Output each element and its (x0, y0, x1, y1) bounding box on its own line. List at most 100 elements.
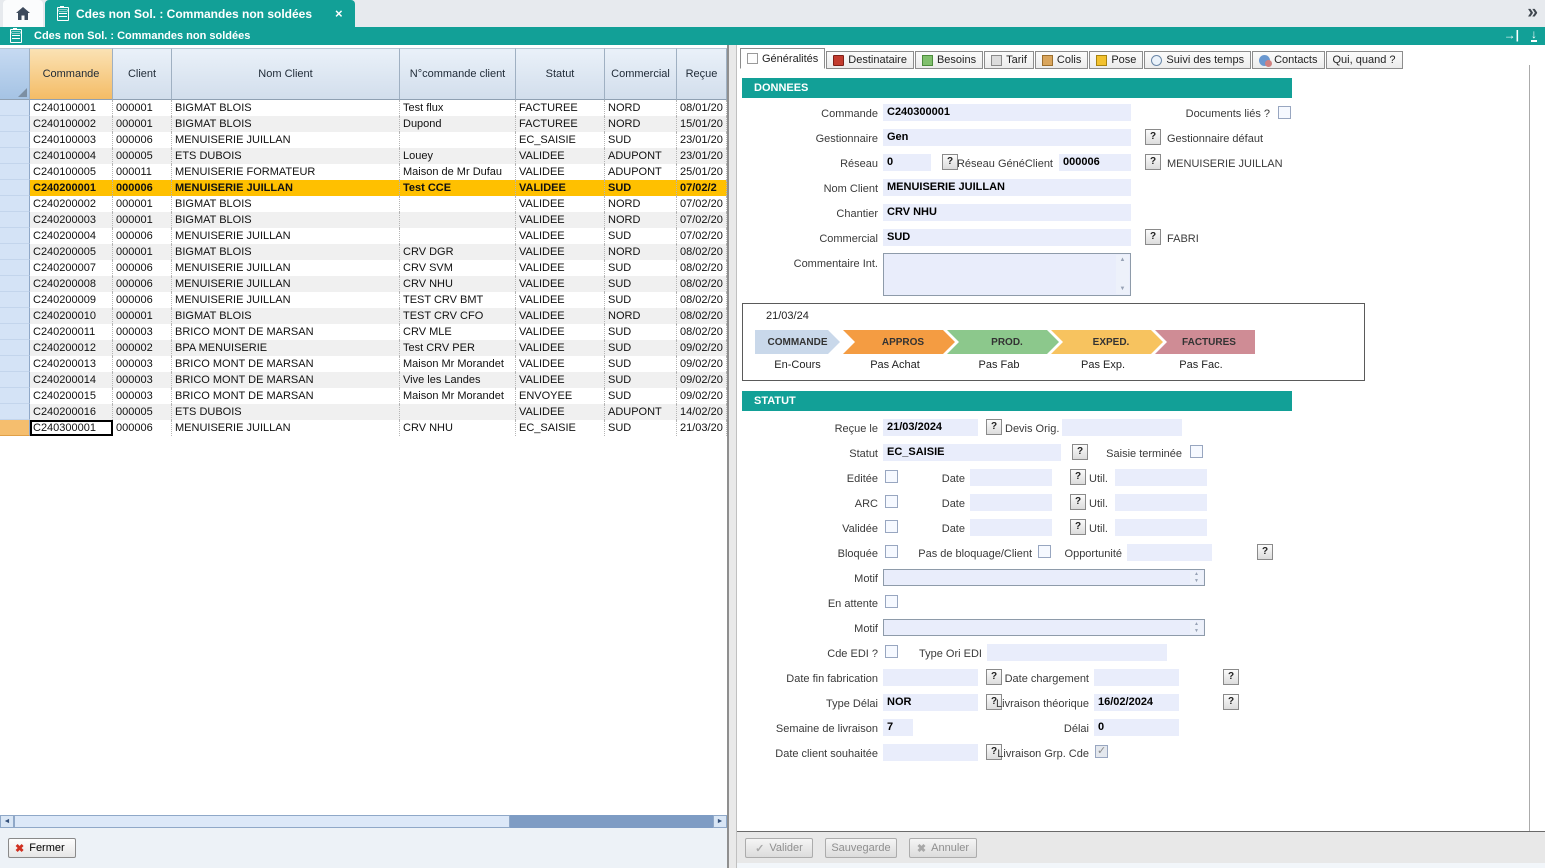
cell[interactable]: 000006 (113, 276, 172, 292)
cell[interactable]: MENUISERIE JUILLAN (172, 276, 400, 292)
chantier-field[interactable]: CRV NHU (883, 204, 1131, 221)
validee-date-field[interactable] (970, 519, 1052, 536)
cell[interactable]: 09/02/20 (677, 356, 727, 372)
cell[interactable] (400, 132, 516, 148)
cell[interactable]: BIGMAT BLOIS (172, 116, 400, 132)
cell[interactable]: BIGMAT BLOIS (172, 244, 400, 260)
tab-suivi-des-temps[interactable]: Suivi des temps (1144, 51, 1251, 69)
cell[interactable]: SUD (605, 388, 677, 404)
cell[interactable]: 23/01/20 (677, 132, 727, 148)
row-selector[interactable] (0, 388, 30, 404)
cell[interactable]: VALIDEE (516, 164, 605, 180)
motif-textarea[interactable]: ▲ ▼ (883, 569, 1205, 586)
cell[interactable]: VALIDEE (516, 260, 605, 276)
pas-bloquage-checkbox[interactable] (1038, 545, 1051, 558)
cell[interactable]: EC_SAISIE (516, 132, 605, 148)
row-selector[interactable] (0, 372, 30, 388)
cell[interactable]: MENUISERIE JUILLAN (172, 260, 400, 276)
devis-orig-field[interactable] (1062, 419, 1182, 436)
table-row[interactable]: C240100004000005ETS DUBOISLoueyVALIDEEAD… (0, 148, 727, 164)
horizontal-scrollbar[interactable]: ◄ ► (0, 815, 727, 828)
cell[interactable]: BIGMAT BLOIS (172, 196, 400, 212)
cell[interactable]: MENUISERIE JUILLAN (172, 228, 400, 244)
table-row[interactable]: C240200003000001BIGMAT BLOISVALIDEENORD0… (0, 212, 727, 228)
cell[interactable]: MENUISERIE JUILLAN (172, 180, 400, 196)
row-selector[interactable] (0, 228, 30, 244)
tab-destinataire[interactable]: Destinataire (826, 51, 914, 69)
table-row[interactable]: C240200016000005ETS DUBOISVALIDEEADUPONT… (0, 404, 727, 420)
cell[interactable]: 000003 (113, 372, 172, 388)
cell[interactable]: 08/02/20 (677, 244, 727, 260)
table-row[interactable]: C240200007000006MENUISERIE JUILLANCRV SV… (0, 260, 727, 276)
table-row[interactable]: C240200001000006MENUISERIE JUILLANTest C… (0, 180, 727, 196)
row-selector[interactable] (0, 292, 30, 308)
row-selector[interactable] (0, 420, 30, 436)
cell[interactable]: VALIDEE (516, 228, 605, 244)
table-row[interactable]: C240200014000003BRICO MONT DE MARSANVive… (0, 372, 727, 388)
cell[interactable]: 14/02/20 (677, 404, 727, 420)
cell[interactable]: 08/02/20 (677, 324, 727, 340)
cell[interactable]: 000001 (113, 196, 172, 212)
cell[interactable]: 000001 (113, 308, 172, 324)
cell[interactable]: BRICO MONT DE MARSAN (172, 388, 400, 404)
cell[interactable] (400, 228, 516, 244)
cell[interactable]: VALIDEE (516, 212, 605, 228)
table-row[interactable]: C240200015000003BRICO MONT DE MARSANMais… (0, 388, 727, 404)
cell[interactable]: MENUISERIE JUILLAN (172, 132, 400, 148)
scroll-right-icon[interactable]: ► (713, 815, 727, 828)
table-row[interactable]: C240200011000003BRICO MONT DE MARSANCRV … (0, 324, 727, 340)
cell[interactable]: Test CRV PER (400, 340, 516, 356)
cell[interactable]: CRV SVM (400, 260, 516, 276)
cell[interactable]: Vive les Landes (400, 372, 516, 388)
cell[interactable]: ETS DUBOIS (172, 148, 400, 164)
cell[interactable]: Dupond (400, 116, 516, 132)
help-button[interactable]: ? (1070, 519, 1086, 535)
cell[interactable]: 09/02/20 (677, 340, 727, 356)
help-button[interactable]: ? (986, 419, 1002, 435)
help-button[interactable]: ? (1223, 669, 1239, 685)
cell[interactable]: 000001 (113, 244, 172, 260)
cell[interactable]: 08/02/20 (677, 292, 727, 308)
row-selector[interactable] (0, 404, 30, 420)
recue-le-field[interactable]: 21/03/2024 (883, 419, 978, 436)
cell[interactable]: 09/02/20 (677, 372, 727, 388)
table-row[interactable]: C240200004000006MENUISERIE JUILLANVALIDE… (0, 228, 727, 244)
cell[interactable]: 000006 (113, 132, 172, 148)
cell[interactable]: BIGMAT BLOIS (172, 308, 400, 324)
semaine-livraison-field[interactable]: 7 (883, 719, 913, 736)
scroll-down-icon[interactable]: ▼ (1120, 286, 1126, 292)
table-row[interactable]: C240200005000001BIGMAT BLOISCRV DGRVALID… (0, 244, 727, 260)
motif-textarea[interactable]: ▲ ▼ (883, 619, 1205, 636)
cell[interactable]: VALIDEE (516, 292, 605, 308)
editee-util-field[interactable] (1115, 469, 1207, 486)
cell[interactable]: 000006 (113, 260, 172, 276)
column-header-statut[interactable]: Statut (516, 48, 605, 100)
row-selector[interactable] (0, 244, 30, 260)
cell[interactable]: NORD (605, 116, 677, 132)
cell[interactable]: NORD (605, 308, 677, 324)
cell[interactable]: VALIDEE (516, 244, 605, 260)
download-icon[interactable]: ↓ (1531, 29, 1537, 42)
row-selector[interactable] (0, 324, 30, 340)
cell[interactable]: BRICO MONT DE MARSAN (172, 372, 400, 388)
scroll-up-icon[interactable]: ▲ (1120, 257, 1126, 263)
cell[interactable]: 000006 (113, 228, 172, 244)
cell[interactable]: BIGMAT BLOIS (172, 212, 400, 228)
cell[interactable]: ADUPONT (605, 404, 677, 420)
panel-splitter[interactable] (727, 45, 737, 868)
table-row[interactable]: C240200013000003BRICO MONT DE MARSANMais… (0, 356, 727, 372)
spin-up-icon[interactable]: ▲ (1194, 571, 1199, 577)
cell[interactable]: VALIDEE (516, 340, 605, 356)
select-all-corner[interactable] (0, 48, 30, 100)
cell[interactable]: 000005 (113, 404, 172, 420)
cell[interactable]: VALIDEE (516, 356, 605, 372)
cell[interactable]: VALIDEE (516, 324, 605, 340)
editee-date-field[interactable] (970, 469, 1052, 486)
cell[interactable]: VALIDEE (516, 276, 605, 292)
row-selector[interactable] (0, 100, 30, 116)
cell[interactable]: TEST CRV CFO (400, 308, 516, 324)
help-button[interactable]: ? (1145, 229, 1161, 245)
cell[interactable]: C240200016 (30, 404, 113, 420)
arc-date-field[interactable] (970, 494, 1052, 511)
cell[interactable]: C240200002 (30, 196, 113, 212)
